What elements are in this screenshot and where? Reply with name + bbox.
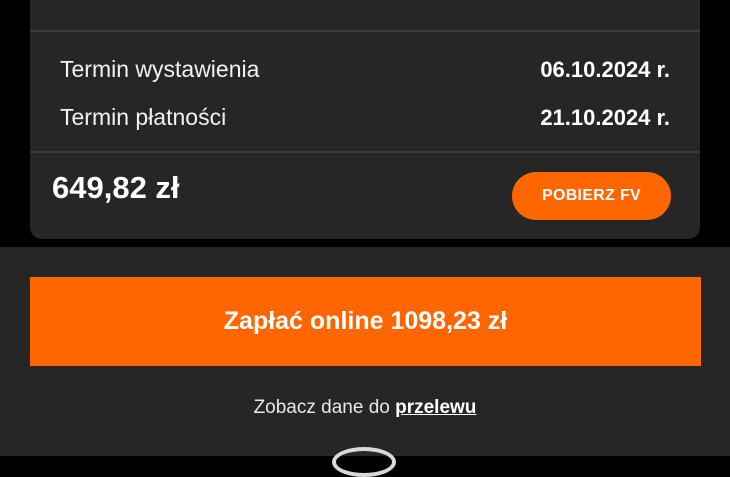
transfer-prefix: Zobacz dane do <box>253 397 390 418</box>
due-date-label: Termin płatności <box>60 104 227 130</box>
issue-date-value: 06.10.2024 r. <box>540 57 670 82</box>
invoice-amount: 649,82 zł <box>52 170 180 205</box>
pay-online-button[interactable]: Zapłać online 1098,23 zł <box>30 277 701 366</box>
payment-section: Zapłać online 1098,23 zł Zobacz dane do … <box>0 247 730 477</box>
transfer-link[interactable]: przelewu <box>395 397 476 418</box>
download-invoice-button[interactable]: POBIERZ FV <box>512 172 671 220</box>
divider <box>30 151 700 153</box>
due-date-value: 21.10.2024 r. <box>540 105 670 130</box>
issue-date-label: Termin wystawienia <box>60 56 260 82</box>
invoice-card: Termin wystawienia 06.10.2024 r. Termin … <box>30 0 700 239</box>
divider <box>30 30 700 32</box>
transfer-details-line: Zobacz dane do przelewu <box>0 397 730 419</box>
partial-icon <box>332 447 396 477</box>
